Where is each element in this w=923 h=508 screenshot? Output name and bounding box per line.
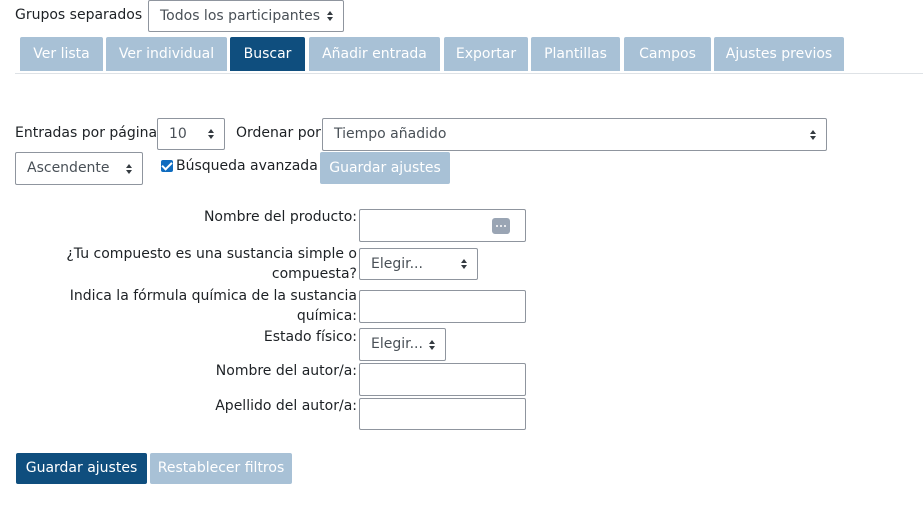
tab-ver-individual[interactable]: Ver individual xyxy=(106,37,227,71)
apellido-autor-input[interactable] xyxy=(359,398,526,430)
field-label-tipo-sustancia: ¿Tu compuesto es una sustancia simple o … xyxy=(66,246,357,282)
tab-ver-lista[interactable]: Ver lista xyxy=(20,37,103,71)
select-caret-icon xyxy=(461,259,467,269)
field-label-nombre-autor: Nombre del autor/a: xyxy=(215,363,357,379)
reset-filters-button[interactable]: Restablecer filtros xyxy=(150,453,292,484)
field-label-apellido-autor: Apellido del autor/a: xyxy=(215,398,357,414)
tab-anadir-entrada[interactable]: Añadir entrada xyxy=(309,37,440,71)
groups-select[interactable]: Todos los participantes xyxy=(148,0,344,32)
tab-buscar[interactable]: Buscar xyxy=(230,37,305,71)
tab-divider xyxy=(15,73,923,74)
per-page-label: Entradas por página xyxy=(15,125,158,141)
order-value: Ascendente xyxy=(27,160,110,176)
save-settings-button[interactable]: Guardar ajustes xyxy=(16,453,147,484)
estado-fisico-select[interactable]: Elegir... xyxy=(359,328,446,361)
advanced-search-checkbox[interactable] xyxy=(161,160,173,172)
field-label-nombre-producto: Nombre del producto: xyxy=(203,209,357,225)
order-select[interactable]: Ascendente xyxy=(15,152,143,185)
tab-campos[interactable]: Campos xyxy=(624,37,711,71)
sort-value: Tiempo añadido xyxy=(334,126,447,142)
tab-ajustes-previos[interactable]: Ajustes previos xyxy=(714,37,844,71)
advanced-search-label: Búsqueda avanzada xyxy=(176,158,318,174)
tipo-sustancia-value: Elegir... xyxy=(371,256,423,272)
field-label-estado-fisico: Estado físico: xyxy=(263,329,357,345)
tab-plantillas[interactable]: Plantillas xyxy=(531,37,620,71)
field-label-formula: Indica la fórmula química de la sustanci… xyxy=(69,288,357,324)
select-caret-icon xyxy=(327,11,333,21)
per-page-value: 10 xyxy=(169,126,187,142)
ellipsis-icon xyxy=(492,218,510,234)
groups-select-value: Todos los participantes xyxy=(160,8,321,24)
sort-label: Ordenar por xyxy=(236,125,321,141)
groups-label: Grupos separados xyxy=(15,7,143,23)
tab-exportar[interactable]: Exportar xyxy=(444,37,528,71)
estado-fisico-value: Elegir... xyxy=(371,336,423,352)
nombre-autor-input[interactable] xyxy=(359,363,526,396)
per-page-select[interactable]: 10 xyxy=(157,118,225,150)
nombre-producto-input[interactable] xyxy=(359,209,526,242)
save-settings-top-button[interactable]: Guardar ajustes xyxy=(320,152,450,184)
select-caret-icon xyxy=(810,129,816,140)
tipo-sustancia-select[interactable]: Elegir... xyxy=(359,248,478,280)
select-caret-icon xyxy=(126,163,132,174)
sort-select[interactable]: Tiempo añadido xyxy=(322,118,827,151)
select-caret-icon xyxy=(208,129,214,139)
select-caret-icon xyxy=(429,339,435,350)
formula-input[interactable] xyxy=(359,290,526,323)
